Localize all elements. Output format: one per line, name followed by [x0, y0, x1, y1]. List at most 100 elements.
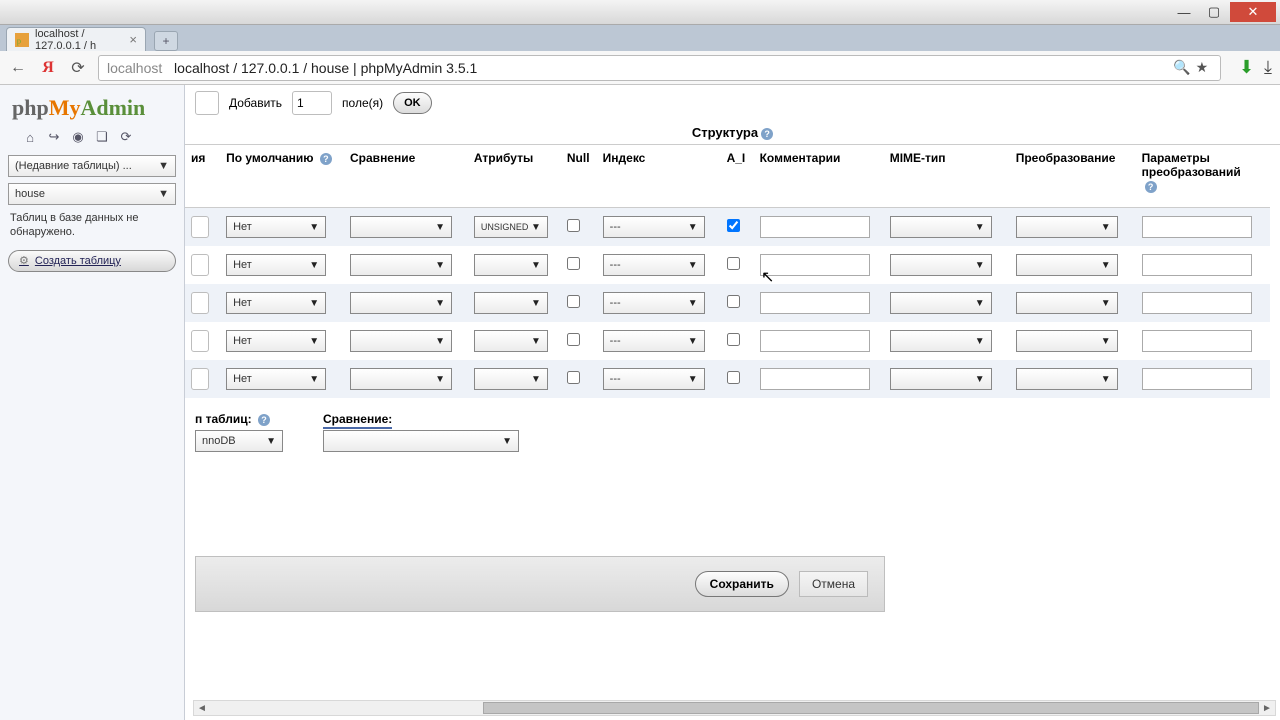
- yandex-icon[interactable]: Я: [38, 58, 58, 78]
- transformation-select[interactable]: ▼: [1016, 368, 1118, 390]
- help-icon[interactable]: ?: [761, 128, 773, 140]
- collation-select[interactable]: ▼: [350, 330, 452, 352]
- index-select[interactable]: ---▼: [603, 254, 705, 276]
- ai-checkbox[interactable]: [727, 295, 740, 308]
- attributes-select[interactable]: ▼: [474, 254, 548, 276]
- comments-input[interactable]: [760, 254, 870, 276]
- row-cut-input[interactable]: [191, 216, 209, 238]
- create-table-button[interactable]: ⚙ Создать таблицу: [8, 250, 176, 272]
- comments-input[interactable]: [760, 292, 870, 314]
- storage-engine-select[interactable]: nnoDB▼: [195, 430, 283, 452]
- attributes-select[interactable]: ▼: [474, 330, 548, 352]
- index-select[interactable]: ---▼: [603, 216, 705, 238]
- pma-logo: phpMyAdmin: [12, 95, 176, 121]
- url-field[interactable]: localhost localhost / 127.0.0.1 / house …: [98, 55, 1221, 81]
- bookmark-star-icon[interactable]: ★: [1192, 58, 1212, 78]
- null-checkbox[interactable]: [567, 295, 580, 308]
- attributes-select[interactable]: ▼: [474, 292, 548, 314]
- index-select[interactable]: ---▼: [603, 330, 705, 352]
- docs-icon[interactable]: ❏: [94, 129, 110, 145]
- scroll-left-icon[interactable]: ◄: [194, 703, 210, 714]
- transformation-select[interactable]: ▼: [1016, 330, 1118, 352]
- null-checkbox[interactable]: [567, 371, 580, 384]
- transformation-select[interactable]: ▼: [1016, 216, 1118, 238]
- attributes-select[interactable]: ▼: [474, 368, 548, 390]
- svg-text:p: p: [17, 35, 22, 45]
- collation-select[interactable]: ▼: [350, 368, 452, 390]
- horizontal-scrollbar[interactable]: ◄ ►: [193, 700, 1276, 716]
- transformation-select[interactable]: ▼: [1016, 292, 1118, 314]
- ai-checkbox[interactable]: [727, 257, 740, 270]
- default-select[interactable]: Нет▼: [226, 368, 326, 390]
- scroll-track[interactable]: [210, 701, 1259, 715]
- structure-title: Структура?: [185, 125, 1280, 140]
- scroll-thumb[interactable]: [483, 702, 1259, 714]
- logout-icon[interactable]: ↪: [46, 129, 62, 145]
- transformation-params-input[interactable]: [1142, 292, 1252, 314]
- search-icon[interactable]: 🔍: [1172, 58, 1192, 78]
- cancel-button[interactable]: Отмена: [799, 571, 868, 597]
- transformation-params-input[interactable]: [1142, 368, 1252, 390]
- help-icon[interactable]: ?: [320, 153, 332, 165]
- no-tables-text: Таблиц в базе данных не обнаружено.: [10, 211, 174, 240]
- default-select[interactable]: Нет▼: [226, 330, 326, 352]
- transformation-params-input[interactable]: [1142, 254, 1252, 276]
- help-icon[interactable]: ?: [1145, 181, 1157, 193]
- browser-tab[interactable]: p localhost / 127.0.0.1 / h ×: [6, 27, 146, 51]
- database-select[interactable]: house▼: [8, 183, 176, 205]
- default-select[interactable]: Нет▼: [226, 254, 326, 276]
- recent-tables-select[interactable]: (Недавние таблицы) ...▼: [8, 155, 176, 177]
- transformation-params-input[interactable]: [1142, 330, 1252, 352]
- row-cut-input[interactable]: [191, 368, 209, 390]
- reload-nav-icon[interactable]: ⟳: [118, 129, 134, 145]
- save-button[interactable]: Сохранить: [695, 571, 789, 597]
- query-icon[interactable]: ◉: [70, 129, 86, 145]
- window-maximize-button[interactable]: ▢: [1200, 2, 1228, 22]
- row-cut-input[interactable]: [191, 330, 209, 352]
- index-select[interactable]: ---▼: [603, 368, 705, 390]
- mime-select[interactable]: ▼: [890, 368, 992, 390]
- collation-select[interactable]: ▼: [350, 292, 452, 314]
- comments-input[interactable]: [760, 330, 870, 352]
- default-select[interactable]: Нет▼: [226, 292, 326, 314]
- default-select[interactable]: Нет▼: [226, 216, 326, 238]
- index-select[interactable]: ---▼: [603, 292, 705, 314]
- attributes-select[interactable]: UNSIGNED▼: [474, 216, 548, 238]
- row-cut-input[interactable]: [191, 292, 209, 314]
- table-collation-select[interactable]: ▼: [323, 430, 519, 452]
- new-tab-button[interactable]: +: [154, 31, 178, 51]
- window-minimize-button[interactable]: —: [1170, 2, 1198, 22]
- table-row: Нет▼ ▼ ▼ ---▼ ▼ ▼: [185, 284, 1270, 322]
- ai-checkbox[interactable]: [727, 333, 740, 346]
- ai-checkbox[interactable]: [727, 371, 740, 384]
- collation-select[interactable]: ▼: [350, 216, 452, 238]
- add-count-input[interactable]: [292, 91, 332, 115]
- null-checkbox[interactable]: [567, 219, 580, 232]
- comments-input[interactable]: [760, 216, 870, 238]
- scroll-right-icon[interactable]: ►: [1259, 703, 1275, 714]
- cut-left-box[interactable]: [195, 91, 219, 115]
- transformation-params-input[interactable]: [1142, 216, 1252, 238]
- mime-select[interactable]: ▼: [890, 254, 992, 276]
- comments-input[interactable]: [760, 368, 870, 390]
- window-titlebar: — ▢ ✕: [0, 0, 1280, 25]
- reload-button[interactable]: ⟳: [68, 58, 88, 78]
- collation-select[interactable]: ▼: [350, 254, 452, 276]
- ok-button[interactable]: OK: [393, 92, 432, 114]
- save-page-icon[interactable]: ⤓: [1264, 57, 1272, 78]
- help-icon[interactable]: ?: [258, 414, 270, 426]
- null-checkbox[interactable]: [567, 333, 580, 346]
- ai-checkbox[interactable]: [727, 219, 740, 232]
- tab-close-icon[interactable]: ×: [129, 32, 137, 47]
- mime-select[interactable]: ▼: [890, 216, 992, 238]
- transformation-select[interactable]: ▼: [1016, 254, 1118, 276]
- home-icon[interactable]: ⌂: [22, 129, 38, 145]
- null-checkbox[interactable]: [567, 257, 580, 270]
- row-cut-input[interactable]: [191, 254, 209, 276]
- col-attributes: Атрибуты: [468, 145, 561, 208]
- mime-select[interactable]: ▼: [890, 292, 992, 314]
- nav-back-button[interactable]: ←: [8, 58, 28, 78]
- mime-select[interactable]: ▼: [890, 330, 992, 352]
- downloads-icon[interactable]: ⬇: [1239, 57, 1254, 78]
- window-close-button[interactable]: ✕: [1230, 2, 1276, 22]
